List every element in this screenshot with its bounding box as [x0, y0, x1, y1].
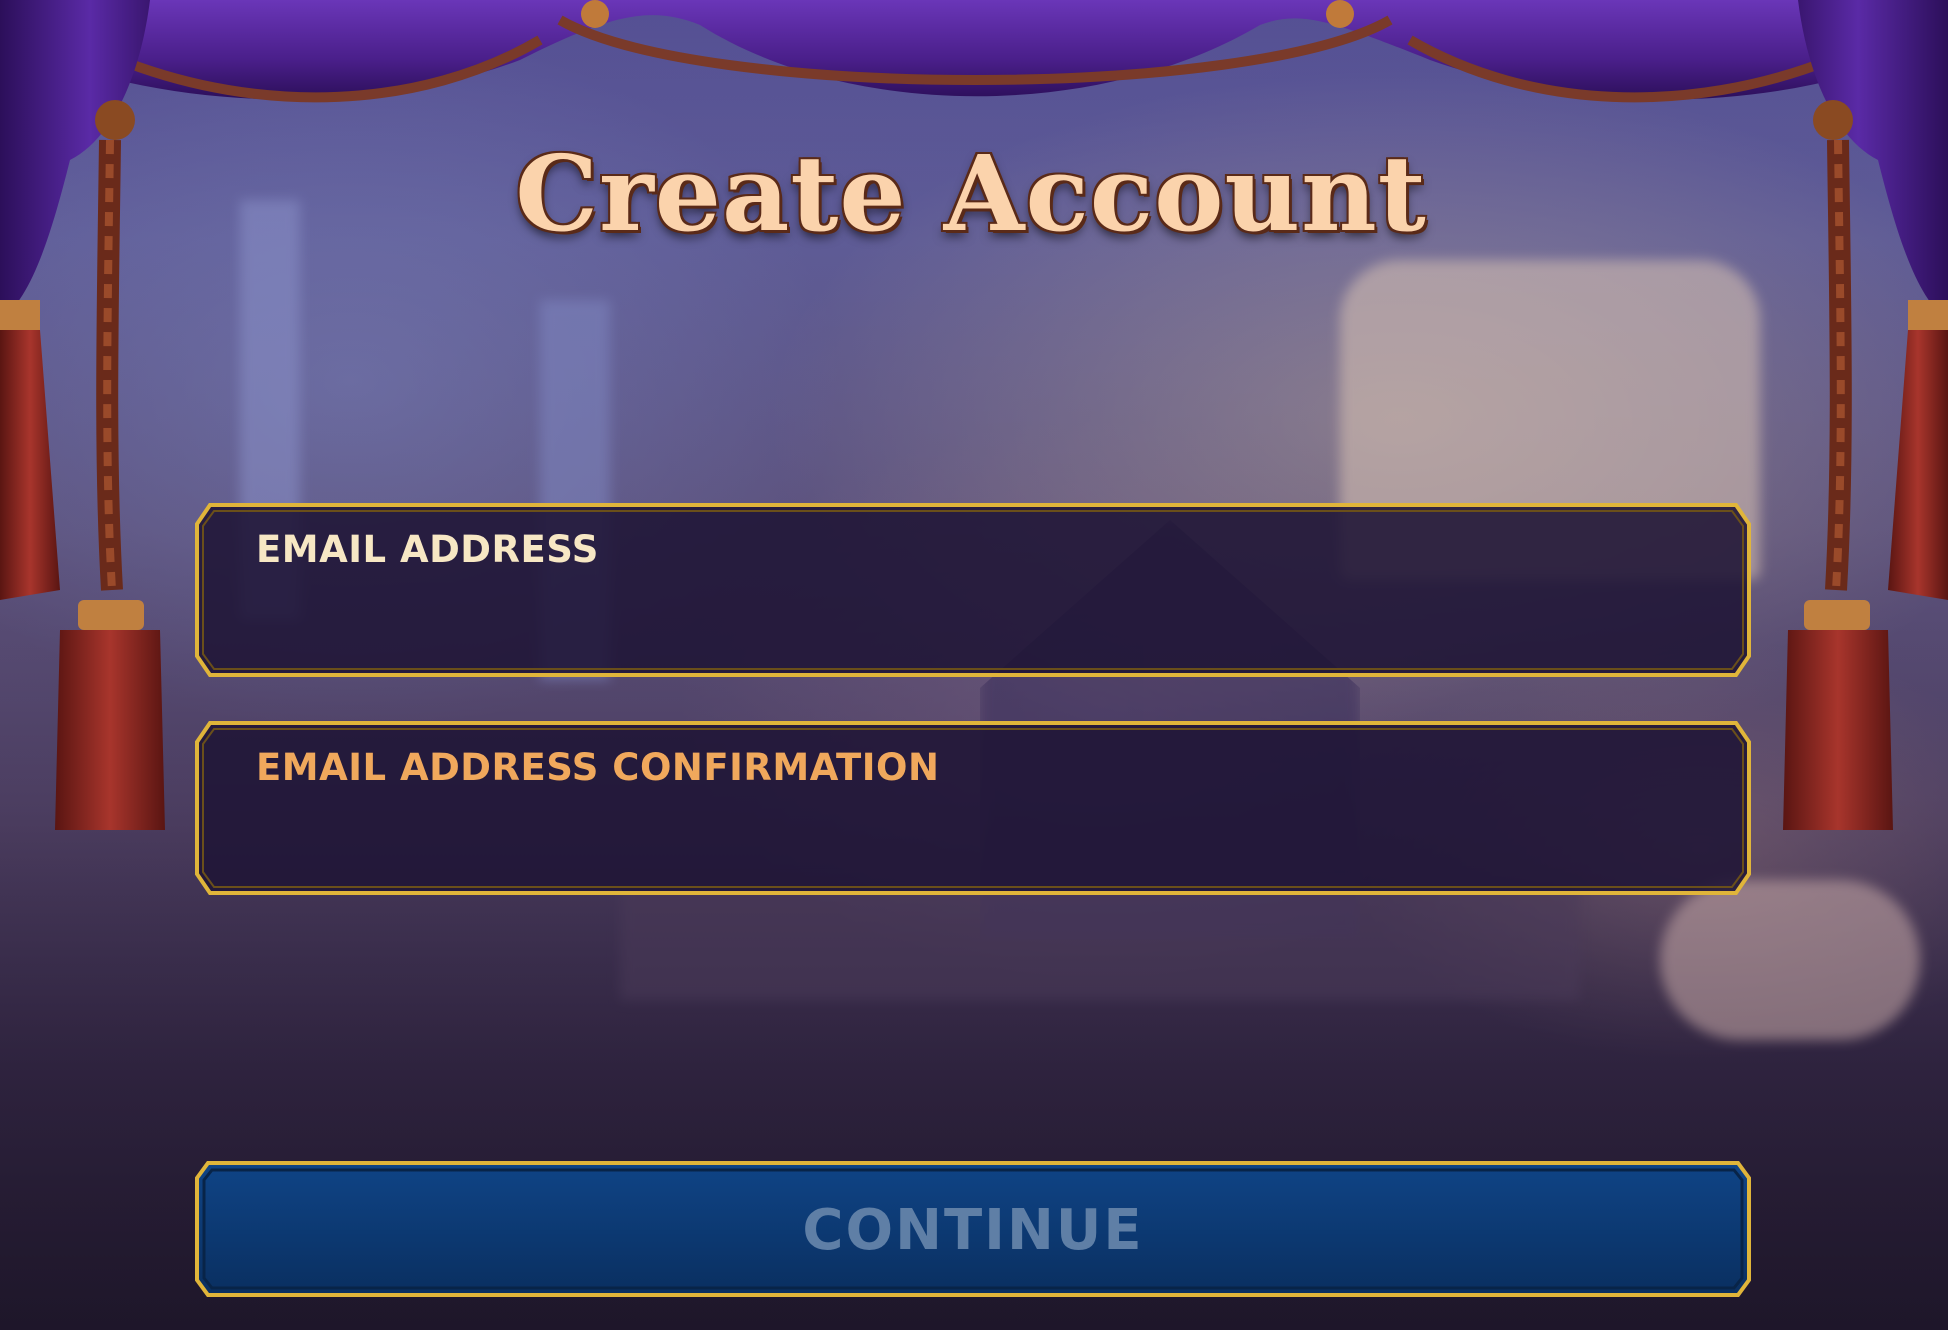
page-title: Create Account [515, 132, 1427, 255]
email-label: EMAIL ADDRESS [256, 528, 599, 571]
backdrop-ride-right [1660, 880, 1920, 1040]
create-account-screen: Create Account EMAIL ADDRESS EMAIL ADDRE… [0, 0, 1948, 1330]
curtain-drape-icon [0, 0, 1948, 103]
continue-button[interactable]: CONTINUE [194, 1160, 1752, 1298]
email-input[interactable] [256, 584, 1690, 650]
curtain-right-icon [1783, 0, 1948, 830]
backdrop-deck [620, 880, 1580, 1000]
email-confirm-input[interactable] [256, 802, 1690, 868]
continue-label: CONTINUE [802, 1198, 1144, 1263]
email-confirm-field[interactable]: EMAIL ADDRESS CONFIRMATION [194, 720, 1752, 896]
email-field[interactable]: EMAIL ADDRESS [194, 502, 1752, 678]
email-confirm-label: EMAIL ADDRESS CONFIRMATION [256, 746, 940, 789]
curtain-left-icon [0, 0, 165, 830]
